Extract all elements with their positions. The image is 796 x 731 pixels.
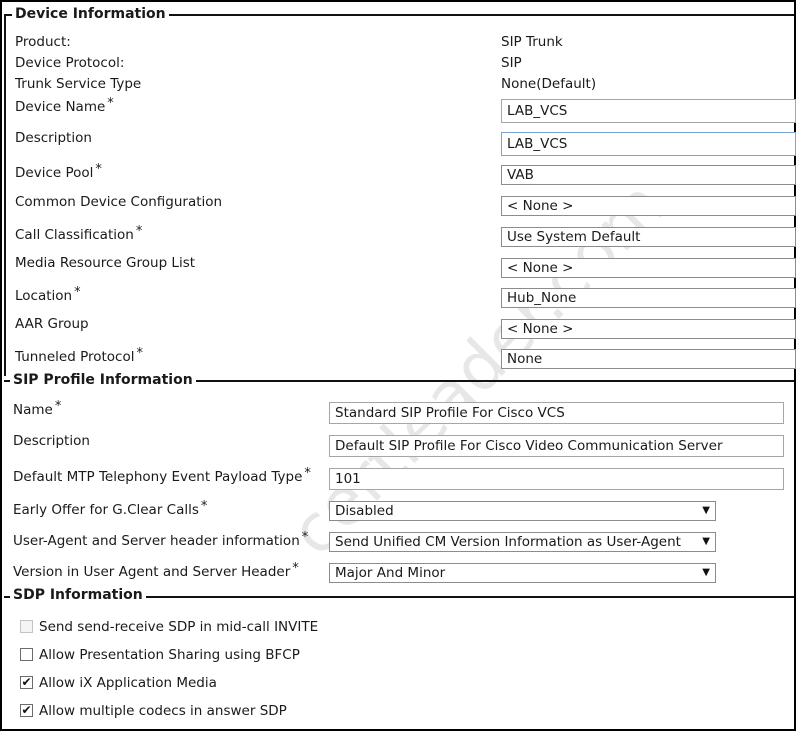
user-agent-header-select[interactable]: Send Unified CM Version Information as U…: [329, 532, 716, 552]
device-pool-label-text: Device Pool: [15, 165, 94, 181]
device-name-label-text: Device Name: [15, 99, 106, 115]
required-marker: *: [292, 561, 299, 576]
section-border: [4, 14, 6, 376]
send-receive-sdp-checkbox[interactable]: [20, 620, 33, 633]
required-marker: *: [107, 96, 114, 111]
required-marker: *: [304, 466, 311, 481]
required-marker: *: [136, 346, 144, 361]
device-name-label: Device Name *: [15, 96, 114, 115]
call-classification-select[interactable]: Use System Default: [501, 227, 796, 247]
mtp-payload-type-input[interactable]: 101: [329, 468, 784, 490]
sip-profile-name-label-text: Name: [13, 402, 53, 418]
aar-group-label: AAR Group: [15, 316, 89, 332]
trunk-service-label: Trunk Service Type: [15, 76, 142, 92]
mtp-payload-type-label-text: Default MTP Telephony Event Payload Type: [13, 469, 303, 485]
required-marker: *: [301, 530, 309, 545]
version-header-label-text: Version in User Agent and Server Header: [13, 564, 291, 580]
description-label: Description: [15, 130, 92, 146]
user-agent-header-label-text: User-Agent and Server header information: [13, 533, 300, 549]
required-marker: *: [135, 224, 143, 239]
trunk-service-value: None(Default): [501, 76, 597, 92]
sip-profile-description-input[interactable]: Default SIP Profile For Cisco Video Comm…: [329, 435, 784, 457]
media-resource-group-list-select[interactable]: < None >: [501, 258, 796, 278]
ix-application-media-checkbox[interactable]: ✔: [20, 676, 33, 689]
sip-profile-description-label: Description: [13, 433, 90, 449]
description-input[interactable]: LAB_VCS: [501, 132, 796, 156]
sip-profile-name-input[interactable]: Standard SIP Profile For Cisco VCS: [329, 402, 784, 424]
send-receive-sdp-label: Send send-receive SDP in mid-call INVITE: [39, 619, 319, 635]
multiple-codecs-label: Allow multiple codecs in answer SDP: [39, 703, 287, 719]
tunneled-protocol-label-text: Tunneled Protocol: [15, 349, 135, 365]
call-classification-label-text: Call Classification: [15, 227, 134, 243]
required-marker: *: [74, 285, 81, 300]
dropdown-arrow-icon: ▼: [702, 567, 710, 578]
media-resource-group-list-label: Media Resource Group List: [15, 255, 196, 271]
early-offer-label: Early Offer for G.Clear Calls *: [13, 499, 207, 518]
required-marker: *: [54, 399, 62, 414]
product-value: SIP Trunk: [501, 34, 563, 50]
location-label: Location *: [15, 285, 81, 304]
mtp-payload-type-label: Default MTP Telephony Event Payload Type…: [13, 466, 311, 485]
common-device-config-select[interactable]: < None >: [501, 196, 796, 216]
early-offer-value: Disabled: [335, 503, 394, 519]
call-classification-label: Call Classification *: [15, 224, 142, 243]
aar-group-select[interactable]: < None >: [501, 319, 796, 339]
multiple-codecs-checkbox[interactable]: ✔: [20, 704, 33, 717]
bfcp-label: Allow Presentation Sharing using BFCP: [39, 647, 300, 663]
dropdown-arrow-icon: ▼: [702, 505, 710, 516]
tunneled-protocol-label: Tunneled Protocol *: [15, 346, 143, 365]
product-label: Product:: [15, 34, 71, 50]
sdp-info-title: SDP Information: [10, 587, 146, 603]
version-header-value: Major And Minor: [335, 565, 446, 581]
device-info-title: Device Information: [12, 6, 169, 22]
sip-profile-title: SIP Profile Information: [10, 372, 196, 388]
check-mark-icon: ✔: [21, 703, 32, 717]
version-header-label: Version in User Agent and Server Header *: [13, 561, 299, 580]
ix-application-media-label: Allow iX Application Media: [39, 675, 217, 691]
dropdown-arrow-icon: ▼: [699, 533, 710, 551]
early-offer-label-text: Early Offer for G.Clear Calls: [13, 502, 199, 518]
tunneled-protocol-select[interactable]: None: [501, 349, 796, 369]
user-agent-header-label: User-Agent and Server header information…: [13, 530, 308, 549]
location-label-text: Location: [15, 288, 73, 304]
device-pool-label: Device Pool *: [15, 162, 102, 181]
bfcp-checkbox[interactable]: [20, 648, 33, 661]
user-agent-header-value: Send Unified CM Version Information as U…: [335, 534, 681, 550]
sip-profile-name-label: Name *: [13, 399, 61, 418]
location-select[interactable]: Hub_None: [501, 288, 796, 308]
device-pool-select[interactable]: VAB: [501, 165, 796, 185]
required-marker: *: [200, 499, 208, 514]
device-protocol-label: Device Protocol:: [15, 55, 125, 71]
version-header-select[interactable]: Major And Minor ▼: [329, 563, 716, 583]
common-device-config-label: Common Device Configuration: [15, 194, 223, 210]
device-protocol-value: SIP: [501, 55, 522, 71]
early-offer-select[interactable]: Disabled ▼: [329, 501, 716, 521]
check-mark-icon: ✔: [21, 675, 32, 689]
required-marker: *: [95, 162, 102, 177]
device-name-input[interactable]: LAB_VCS: [501, 99, 796, 123]
